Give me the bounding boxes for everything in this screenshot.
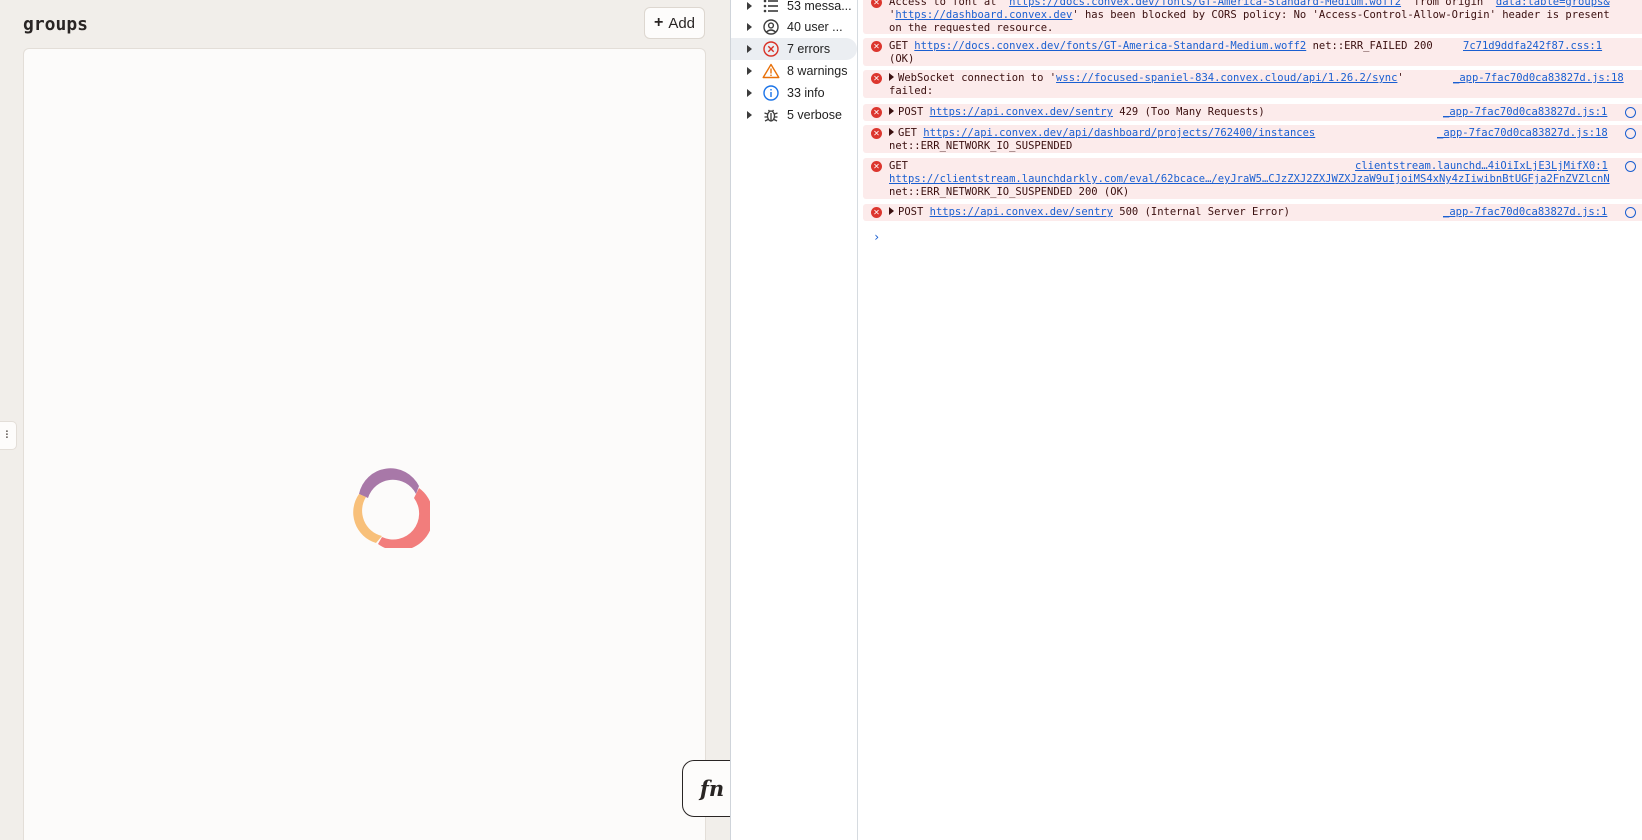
console-error-message[interactable]: ✕ GET https://docs.convex.dev/fonts/GT-A… [863,38,1642,66]
request-method: POST [898,206,924,218]
sidebar-item-errors[interactable]: 7 errors [731,38,857,60]
message-text: on the requested resource. [889,22,1054,34]
expand-arrow-icon [747,89,752,97]
request-url[interactable]: https://api.convex.dev/sentry [930,106,1113,118]
copy-icon[interactable] [1625,128,1636,139]
console-log: ✕ Access to font at 'https://docs.convex… [859,0,1642,840]
sidebar-item-label: 53 messa... [787,0,852,13]
screen: groups + Add ⠇ fn 53 messa... 40 user ..… [0,0,1642,840]
message-link[interactable]: https://dashboard.convex.dev [895,9,1072,21]
message-text: ' [1397,72,1404,84]
request-method: POST [898,106,924,118]
message-text: ' has been blocked by CORS policy: No 'A… [1072,9,1610,21]
request-url[interactable]: https://docs.convex.dev/fonts/GT-America… [914,40,1306,52]
error-icon: ✕ [871,107,882,118]
sidebar-item-label: 33 info [787,86,825,100]
expand-arrow-icon [747,67,752,75]
source-link[interactable]: _app-7fac70d0ca83827d.js:18 [1453,72,1624,85]
error-icon: ✕ [871,41,882,52]
fn-label: fn [699,776,725,801]
sidebar-item-label: 5 verbose [787,108,842,122]
copy-icon[interactable] [1625,161,1636,172]
message-link[interactable]: https://docs.convex.dev/fonts/GT-America… [1009,0,1401,8]
console-error-message[interactable]: ✕ WebSocket connection to 'wss://focused… [863,70,1642,98]
request-url[interactable]: https://api.convex.dev/api/dashboard/pro… [923,127,1315,139]
source-link[interactable]: 7c71d9ddfa242f87.css:1 [1463,40,1602,53]
message-text: (OK) [889,53,915,65]
message-text: Access to font at ' [889,0,1010,8]
error-icon: ✕ [871,207,882,218]
table-title: groups [23,14,89,35]
sidebar-item-user-messages[interactable]: 40 user ... [731,16,857,38]
error-icon: ✕ [871,128,882,139]
console-error-message[interactable]: ✕ GET https://api.convex.dev/api/dashboa… [863,125,1642,153]
drag-handle-icon: ⠇ [4,430,12,442]
message-text: failed: [889,85,934,97]
sidebar-item-label: 8 warnings [787,64,848,78]
websocket-url[interactable]: wss://focused-spaniel-834.convex.cloud/a… [1056,72,1397,84]
request-status: 500 (Internal Server Error) [1119,206,1290,218]
expand-arrow-icon [747,23,752,31]
data-pane: groups + Add ⠇ fn [0,0,742,840]
error-icon: ✕ [871,161,882,172]
request-method: GET [889,40,908,52]
request-status: 429 (Too Many Requests) [1119,106,1265,118]
list-icon [762,0,780,15]
message-body: Access to font at 'https://docs.convex.d… [889,0,1642,35]
copy-icon[interactable] [1625,207,1636,218]
devtools-panel: 53 messa... 40 user ... 7 errors 8 warni… [730,0,1642,840]
console-error-message[interactable]: ✕ POST https://api.convex.dev/sentry 500… [863,204,1642,221]
source-link[interactable]: clientstream.launchd…4iOiIxLjE3LjMifX0:1 [1355,160,1608,173]
sidebar-item-verbose[interactable]: 5 verbose [731,104,857,126]
copy-icon[interactable] [1625,107,1636,118]
source-link[interactable]: _app-7fac70d0ca83827d.js:1 [1443,106,1607,119]
request-url[interactable]: https://clientstream.launchdarkly.com/ev… [889,173,1610,185]
error-icon [762,40,780,58]
message-text: WebSocket connection to ' [898,72,1057,84]
bug-icon [762,106,780,124]
add-button-label: Add [668,14,696,32]
request-status: net::ERR_FAILED 200 [1312,40,1433,52]
console-prompt[interactable]: › [873,230,880,244]
user-icon [762,18,780,36]
warning-icon [762,62,780,80]
plus-icon: + [653,14,664,31]
sidebar-item-info[interactable]: 33 info [731,82,857,104]
sidebar-resize-handle[interactable]: ⠇ [0,421,17,450]
loading-spinner-icon [353,468,430,548]
request-method: GET [889,160,908,172]
add-document-button[interactable]: + Add [644,7,705,39]
message-text: ' from origin ' [1401,0,1496,8]
expand-arrow-icon [747,111,752,119]
sidebar-item-label: 40 user ... [787,20,843,34]
console-sidebar: 53 messa... 40 user ... 7 errors 8 warni… [731,0,858,840]
sidebar-item-warnings[interactable]: 8 warnings [731,60,857,82]
message-text: net::ERR_NETWORK_IO_SUSPENDED [889,140,1073,152]
console-error-message[interactable]: ✕ Access to font at 'https://docs.convex… [863,0,1642,34]
source-link[interactable]: _app-7fac70d0ca83827d.js:18 [1437,127,1608,140]
expand-arrow-icon [747,45,752,53]
info-icon [762,84,780,102]
expand-arrow-icon [747,2,752,10]
message-text: net::ERR_NETWORK_IO_SUSPENDED 200 (OK) [889,186,1130,198]
error-icon: ✕ [871,73,882,84]
error-icon: ✕ [871,0,882,8]
sidebar-item-messages[interactable]: 53 messa... [731,0,857,17]
request-url[interactable]: https://api.convex.dev/sentry [930,206,1113,218]
request-method: GET [898,127,917,139]
expand-arrow-icon[interactable] [889,107,894,115]
source-link[interactable]: _app-7fac70d0ca83827d.js:1 [1443,206,1607,219]
expand-arrow-icon[interactable] [889,207,894,215]
table-container [23,48,706,840]
sidebar-item-label: 7 errors [787,42,831,56]
expand-arrow-icon[interactable] [889,73,894,81]
console-error-message[interactable]: ✕ GET https://clientstream.launchdarkly.… [863,158,1642,199]
console-error-message[interactable]: ✕ POST https://api.convex.dev/sentry 429… [863,104,1642,121]
message-link[interactable]: data:table=groups& [1496,0,1610,8]
expand-arrow-icon[interactable] [889,128,894,136]
